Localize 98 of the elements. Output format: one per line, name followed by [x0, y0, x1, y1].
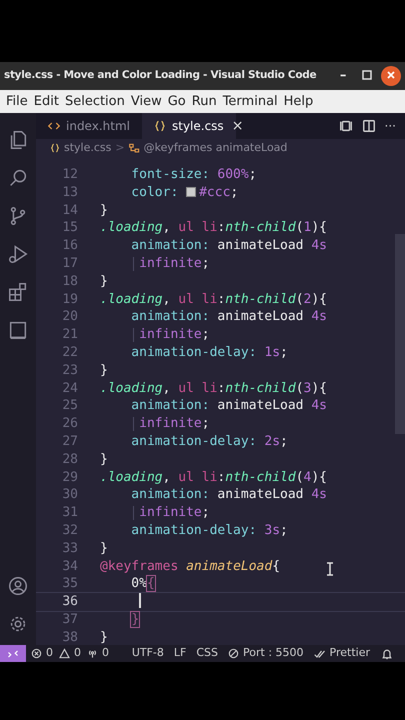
line-number: 29: [61, 468, 78, 486]
code-line: }: [99, 628, 108, 645]
menu-item[interactable]: Go: [164, 92, 189, 112]
css-file-icon: [50, 143, 60, 153]
code-line: infinite;: [78, 326, 210, 344]
code-line: font-size: 600%;: [130, 166, 257, 184]
code-line: animation: animateLoad 4s: [130, 397, 327, 416]
status-item[interactable]: Port : 5500: [223, 645, 309, 662]
code-line: }: [99, 362, 108, 380]
line-number: 26: [61, 415, 78, 433]
code-line: }: [99, 540, 108, 558]
text-cursor-icon: [325, 562, 335, 576]
close-icon: [386, 70, 396, 80]
line-number: 16: [61, 237, 78, 255]
code-line: animation-delay: 3s;: [130, 522, 288, 540]
line-number: 30: [61, 486, 78, 504]
notification-bell-icon[interactable]: [381, 648, 393, 660]
code-line: color: #ccc;: [130, 184, 238, 202]
account-icon[interactable]: [7, 575, 29, 597]
remote-icon: [7, 648, 19, 660]
menu-item[interactable]: View: [128, 92, 165, 112]
code-line: .loading, ul li:nth-child(3){: [99, 380, 328, 398]
line-number: 13: [61, 184, 78, 202]
more-actions-button[interactable]: ···: [384, 117, 396, 135]
code-line: infinite;: [78, 504, 210, 522]
line-number: 15: [61, 219, 78, 238]
remote-button[interactable]: [0, 645, 26, 662]
line-number: 36: [61, 593, 78, 611]
remote-explorer-icon[interactable]: [7, 319, 29, 341]
editor-layout-icon[interactable]: [338, 119, 353, 133]
line-number: 22: [61, 344, 78, 362]
line-number: 14: [61, 202, 78, 220]
css-file-icon: [154, 120, 166, 132]
status-item[interactable]: CSS: [191, 645, 224, 662]
code-line: .loading, ul li:nth-child(4){: [99, 468, 328, 486]
code-line: animation: animateLoad 4s: [130, 237, 327, 255]
line-number: 32: [61, 522, 78, 540]
symbol-icon: [128, 142, 140, 154]
line-number: 34: [61, 558, 78, 576]
line-number: 25: [61, 397, 78, 416]
breadcrumb-item[interactable]: style.css: [64, 140, 112, 156]
code-line: }: [99, 272, 108, 291]
code-line: animation: animateLoad 4s: [130, 308, 327, 326]
blocked-icon: [228, 648, 240, 659]
breadcrumb-separator: >: [115, 140, 125, 156]
line-number: 21: [61, 326, 78, 344]
line-number: 18: [61, 272, 78, 291]
broadcast-icon: [87, 648, 98, 659]
code-line: animation: animateLoad 4s: [130, 486, 327, 504]
maximize-icon: [362, 70, 372, 80]
code-line: infinite;: [78, 254, 210, 273]
code-line: animation-delay: 2s;: [130, 432, 288, 451]
close-button[interactable]: [381, 66, 401, 86]
line-number: 38: [61, 628, 78, 645]
menu-item[interactable]: Selection: [62, 92, 128, 112]
line-number: 27: [61, 432, 78, 451]
status-item[interactable]: 0: [82, 645, 114, 662]
line-number: 23: [61, 362, 78, 380]
menu-item[interactable]: Run: [188, 92, 220, 112]
line-number: 17: [61, 254, 78, 273]
search-icon[interactable]: [7, 167, 29, 189]
code-line: }: [99, 202, 108, 220]
error-icon: [31, 648, 42, 659]
extensions-icon[interactable]: [7, 281, 29, 303]
text-caret: [139, 593, 140, 608]
status-item[interactable]: 0: [54, 645, 82, 662]
code-line: @keyframes animateLoad{: [99, 558, 280, 576]
line-number: 35: [61, 575, 78, 594]
code-line: animation-delay: 1s;: [130, 344, 288, 362]
line-number: 24: [61, 380, 78, 398]
status-item[interactable]: 0: [26, 645, 54, 662]
menu-item[interactable]: Help: [280, 92, 316, 112]
line-number: 37: [61, 610, 78, 629]
code-line: .loading, ul li:nth-child(2){: [99, 290, 328, 308]
line-number: 12: [61, 166, 78, 184]
code-line: }: [99, 450, 108, 469]
line-number: 19: [61, 290, 78, 308]
run-debug-icon[interactable]: [7, 243, 29, 265]
breadcrumb-item[interactable]: @keyframes animateLoad: [144, 140, 288, 156]
menu-item[interactable]: Terminal: [220, 92, 281, 112]
minimize-button[interactable]: –: [333, 66, 353, 86]
status-item[interactable]: LF: [168, 645, 192, 662]
warning-icon: [59, 648, 70, 659]
window-title: style.css - Move and Color Loading - Visual Studio Code: [4, 68, 318, 84]
code-line: infinite;: [78, 415, 210, 433]
code-line: }: [130, 610, 140, 629]
menu-item[interactable]: Edit: [30, 92, 62, 112]
code-line: 0%{: [130, 575, 155, 594]
menu-item[interactable]: File: [3, 92, 31, 112]
status-item[interactable]: Prettier: [308, 645, 375, 662]
line-number: 33: [61, 540, 78, 558]
line-number: 28: [61, 450, 78, 469]
split-editor-icon[interactable]: [362, 119, 376, 133]
status-item[interactable]: UTF-8: [126, 645, 169, 662]
html-file-icon: [48, 120, 60, 132]
line-number: 20: [61, 308, 78, 326]
code-line: .loading, ul li:nth-child(1){: [99, 219, 328, 238]
line-number: 31: [61, 504, 78, 522]
